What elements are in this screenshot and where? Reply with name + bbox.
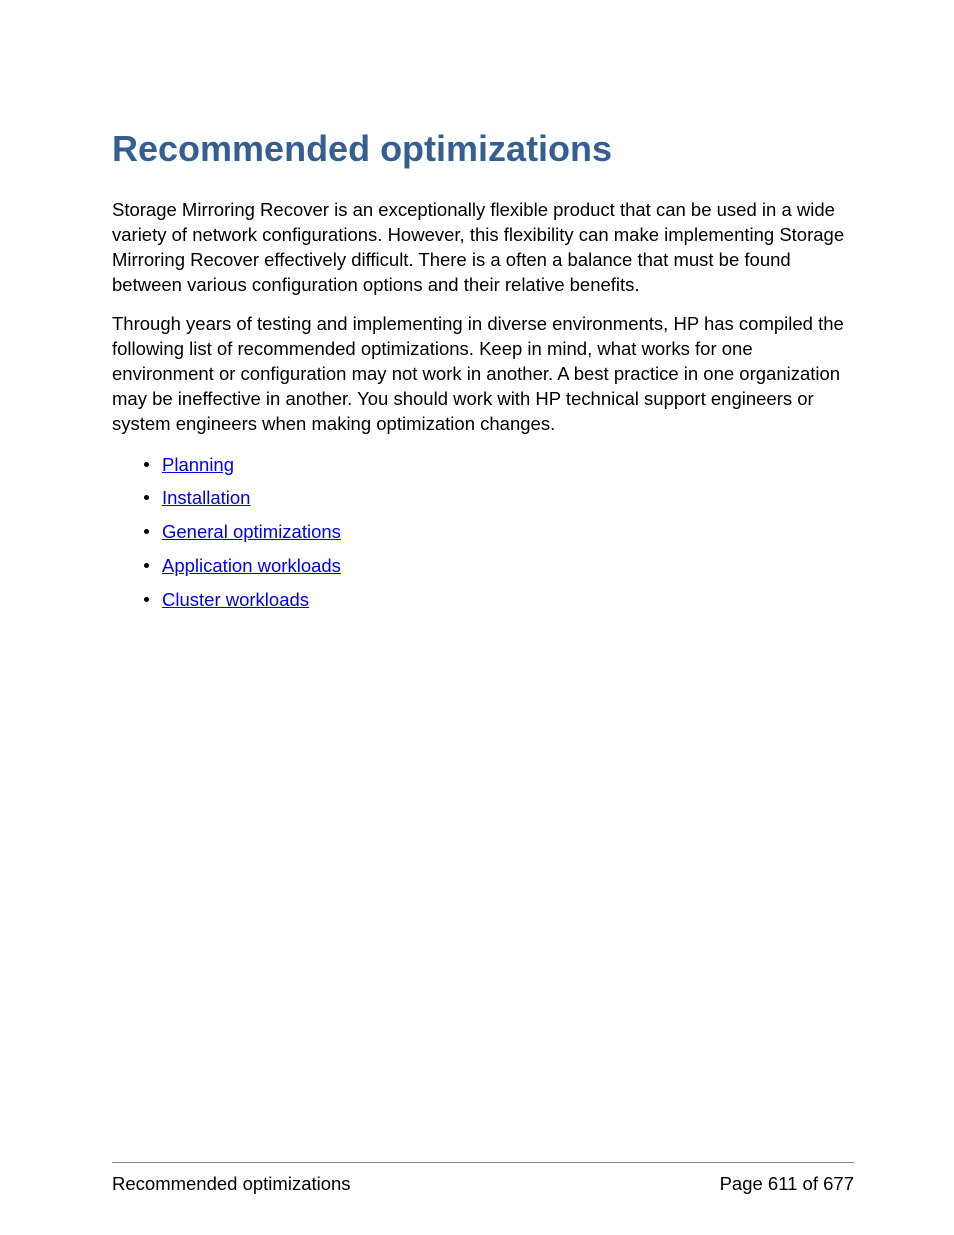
page-content: Recommended optimizations Storage Mirror… xyxy=(0,0,954,679)
link-application-workloads[interactable]: Application workloads xyxy=(162,555,341,576)
footer-page-number: Page 611 of 677 xyxy=(720,1173,854,1195)
list-item: Planning xyxy=(144,451,854,479)
page-heading: Recommended optimizations xyxy=(112,128,854,170)
link-planning[interactable]: Planning xyxy=(162,454,234,475)
link-list: Planning Installation General optimizati… xyxy=(112,451,854,614)
list-item: General optimizations xyxy=(144,518,854,546)
list-item: Application workloads xyxy=(144,552,854,580)
page-footer: Recommended optimizations Page 611 of 67… xyxy=(112,1162,854,1195)
body-paragraph: Storage Mirroring Recover is an exceptio… xyxy=(112,198,854,298)
link-cluster-workloads[interactable]: Cluster workloads xyxy=(162,589,309,610)
list-item: Installation xyxy=(144,484,854,512)
list-item: Cluster workloads xyxy=(144,586,854,614)
body-paragraph: Through years of testing and implementin… xyxy=(112,312,854,437)
link-general-optimizations[interactable]: General optimizations xyxy=(162,521,341,542)
link-installation[interactable]: Installation xyxy=(162,487,250,508)
footer-title: Recommended optimizations xyxy=(112,1173,351,1195)
